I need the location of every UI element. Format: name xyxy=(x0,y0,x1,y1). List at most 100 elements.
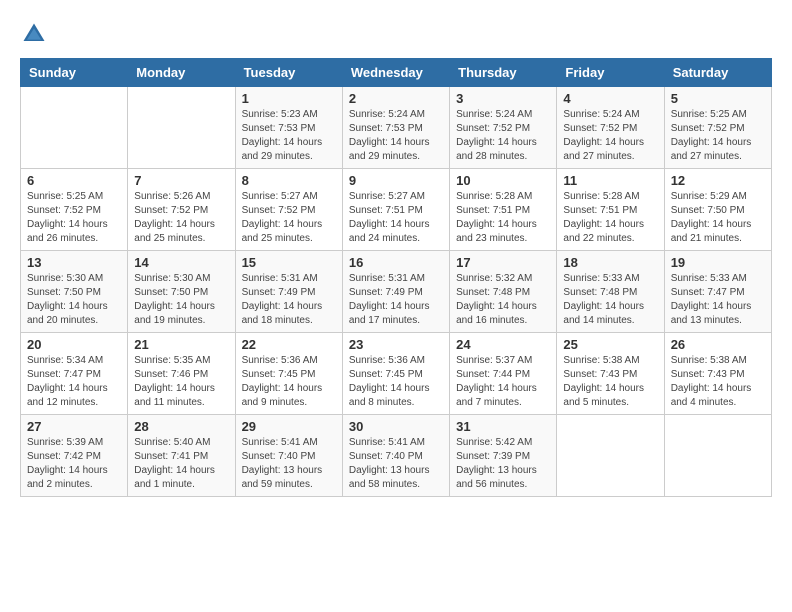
page-header xyxy=(20,20,772,48)
calendar-cell: 30 Sunrise: 5:41 AM Sunset: 7:40 PM Dayli… xyxy=(342,415,449,497)
day-info: Sunrise: 5:24 AM Sunset: 7:53 PM Dayligh… xyxy=(349,108,443,164)
day-number: 30 xyxy=(349,419,443,434)
day-number: 23 xyxy=(349,337,443,352)
calendar-cell: 13 Sunrise: 5:30 AM Sunset: 7:50 PM Dayli… xyxy=(21,251,128,333)
day-number: 22 xyxy=(242,337,336,352)
day-number: 25 xyxy=(563,337,657,352)
calendar-cell xyxy=(664,415,771,497)
calendar-cell: 4 Sunrise: 5:24 AM Sunset: 7:52 PM Daylig… xyxy=(557,87,664,169)
calendar-cell: 28Sunrise: 5:40 AM Sunset: 7:41 PM Dayli… xyxy=(128,415,235,497)
calendar-cell: 24 Sunrise: 5:37 AM Sunset: 7:44 PM Dayli… xyxy=(450,333,557,415)
calendar-cell: 15 Sunrise: 5:31 AM Sunset: 7:49 PM Dayli… xyxy=(235,251,342,333)
day-number: 8 xyxy=(242,173,336,188)
day-number: 21 xyxy=(134,337,228,352)
day-number: 1 xyxy=(242,91,336,106)
day-info: Sunrise: 5:31 AM Sunset: 7:49 PM Dayligh… xyxy=(349,272,443,328)
day-info: Sunrise: 5:30 AM Sunset: 7:50 PM Dayligh… xyxy=(27,272,121,328)
day-info: Sunrise: 5:23 AM Sunset: 7:53 PM Dayligh… xyxy=(242,108,336,164)
day-info: Sunrise: 5:41 AM Sunset: 7:40 PM Dayligh… xyxy=(349,436,443,492)
calendar-week-row: 1 Sunrise: 5:23 AM Sunset: 7:53 PM Daylig… xyxy=(21,87,772,169)
day-info: Sunrise: 5:28 AM Sunset: 7:51 PM Dayligh… xyxy=(456,190,550,246)
calendar-cell: 10 Sunrise: 5:28 AM Sunset: 7:51 PM Dayli… xyxy=(450,169,557,251)
day-info: Sunrise: 5:33 AM Sunset: 7:47 PM Dayligh… xyxy=(671,272,765,328)
day-info: Sunrise: 5:33 AM Sunset: 7:48 PM Dayligh… xyxy=(563,272,657,328)
calendar-cell xyxy=(21,87,128,169)
calendar-cell: 20Sunrise: 5:34 AM Sunset: 7:47 PM Dayli… xyxy=(21,333,128,415)
calendar-header-row: SundayMondayTuesdayWednesdayThursdayFrid… xyxy=(21,59,772,87)
day-number: 10 xyxy=(456,173,550,188)
day-info: Sunrise: 5:28 AM Sunset: 7:51 PM Dayligh… xyxy=(563,190,657,246)
calendar-cell: 7 Sunrise: 5:26 AM Sunset: 7:52 PM Daylig… xyxy=(128,169,235,251)
calendar-cell: 17Sunrise: 5:32 AM Sunset: 7:48 PM Dayli… xyxy=(450,251,557,333)
day-info: Sunrise: 5:24 AM Sunset: 7:52 PM Dayligh… xyxy=(563,108,657,164)
logo xyxy=(20,20,52,48)
calendar-cell: 21 Sunrise: 5:35 AM Sunset: 7:46 PM Dayli… xyxy=(128,333,235,415)
day-number: 20 xyxy=(27,337,121,352)
weekday-header: Saturday xyxy=(664,59,771,87)
weekday-header: Friday xyxy=(557,59,664,87)
day-info: Sunrise: 5:30 AM Sunset: 7:50 PM Dayligh… xyxy=(134,272,228,328)
weekday-header: Thursday xyxy=(450,59,557,87)
day-number: 16 xyxy=(349,255,443,270)
day-info: Sunrise: 5:38 AM Sunset: 7:43 PM Dayligh… xyxy=(563,354,657,410)
day-number: 3 xyxy=(456,91,550,106)
day-info: Sunrise: 5:27 AM Sunset: 7:51 PM Dayligh… xyxy=(349,190,443,246)
day-info: Sunrise: 5:39 AM Sunset: 7:42 PM Dayligh… xyxy=(27,436,121,492)
calendar-cell: 11 Sunrise: 5:28 AM Sunset: 7:51 PM Dayli… xyxy=(557,169,664,251)
weekday-header: Wednesday xyxy=(342,59,449,87)
calendar-cell: 26Sunrise: 5:38 AM Sunset: 7:43 PM Dayli… xyxy=(664,333,771,415)
day-number: 13 xyxy=(27,255,121,270)
day-info: Sunrise: 5:25 AM Sunset: 7:52 PM Dayligh… xyxy=(27,190,121,246)
day-number: 2 xyxy=(349,91,443,106)
day-info: Sunrise: 5:36 AM Sunset: 7:45 PM Dayligh… xyxy=(242,354,336,410)
weekday-header: Sunday xyxy=(21,59,128,87)
day-number: 24 xyxy=(456,337,550,352)
day-number: 5 xyxy=(671,91,765,106)
calendar-cell: 27Sunrise: 5:39 AM Sunset: 7:42 PM Dayli… xyxy=(21,415,128,497)
day-number: 11 xyxy=(563,173,657,188)
day-info: Sunrise: 5:38 AM Sunset: 7:43 PM Dayligh… xyxy=(671,354,765,410)
weekday-header: Tuesday xyxy=(235,59,342,87)
calendar-cell: 3 Sunrise: 5:24 AM Sunset: 7:52 PM Daylig… xyxy=(450,87,557,169)
day-number: 4 xyxy=(563,91,657,106)
day-number: 9 xyxy=(349,173,443,188)
calendar-cell: 22 Sunrise: 5:36 AM Sunset: 7:45 PM Dayli… xyxy=(235,333,342,415)
day-info: Sunrise: 5:27 AM Sunset: 7:52 PM Dayligh… xyxy=(242,190,336,246)
calendar-week-row: 6Sunrise: 5:25 AM Sunset: 7:52 PM Daylig… xyxy=(21,169,772,251)
calendar-cell: 2 Sunrise: 5:24 AM Sunset: 7:53 PM Daylig… xyxy=(342,87,449,169)
calendar-cell: 8 Sunrise: 5:27 AM Sunset: 7:52 PM Daylig… xyxy=(235,169,342,251)
day-info: Sunrise: 5:25 AM Sunset: 7:52 PM Dayligh… xyxy=(671,108,765,164)
calendar-cell: 31 Sunrise: 5:42 AM Sunset: 7:39 PM Dayli… xyxy=(450,415,557,497)
day-number: 18 xyxy=(563,255,657,270)
calendar-table: SundayMondayTuesdayWednesdayThursdayFrid… xyxy=(20,58,772,497)
day-number: 29 xyxy=(242,419,336,434)
day-number: 17 xyxy=(456,255,550,270)
calendar-cell: 29Sunrise: 5:41 AM Sunset: 7:40 PM Dayli… xyxy=(235,415,342,497)
day-number: 15 xyxy=(242,255,336,270)
day-info: Sunrise: 5:40 AM Sunset: 7:41 PM Dayligh… xyxy=(134,436,228,492)
calendar-week-row: 13 Sunrise: 5:30 AM Sunset: 7:50 PM Dayli… xyxy=(21,251,772,333)
logo-icon xyxy=(20,20,48,48)
day-info: Sunrise: 5:36 AM Sunset: 7:45 PM Dayligh… xyxy=(349,354,443,410)
day-info: Sunrise: 5:37 AM Sunset: 7:44 PM Dayligh… xyxy=(456,354,550,410)
day-info: Sunrise: 5:42 AM Sunset: 7:39 PM Dayligh… xyxy=(456,436,550,492)
day-info: Sunrise: 5:24 AM Sunset: 7:52 PM Dayligh… xyxy=(456,108,550,164)
day-number: 7 xyxy=(134,173,228,188)
calendar-cell xyxy=(128,87,235,169)
day-info: Sunrise: 5:26 AM Sunset: 7:52 PM Dayligh… xyxy=(134,190,228,246)
weekday-header: Monday xyxy=(128,59,235,87)
calendar-cell: 5 Sunrise: 5:25 AM Sunset: 7:52 PM Daylig… xyxy=(664,87,771,169)
day-number: 31 xyxy=(456,419,550,434)
day-info: Sunrise: 5:29 AM Sunset: 7:50 PM Dayligh… xyxy=(671,190,765,246)
calendar-week-row: 27Sunrise: 5:39 AM Sunset: 7:42 PM Dayli… xyxy=(21,415,772,497)
calendar-cell: 16 Sunrise: 5:31 AM Sunset: 7:49 PM Dayli… xyxy=(342,251,449,333)
calendar-cell: 6Sunrise: 5:25 AM Sunset: 7:52 PM Daylig… xyxy=(21,169,128,251)
calendar-cell: 9 Sunrise: 5:27 AM Sunset: 7:51 PM Daylig… xyxy=(342,169,449,251)
day-info: Sunrise: 5:35 AM Sunset: 7:46 PM Dayligh… xyxy=(134,354,228,410)
day-info: Sunrise: 5:31 AM Sunset: 7:49 PM Dayligh… xyxy=(242,272,336,328)
calendar-cell: 1 Sunrise: 5:23 AM Sunset: 7:53 PM Daylig… xyxy=(235,87,342,169)
calendar-cell: 14Sunrise: 5:30 AM Sunset: 7:50 PM Dayli… xyxy=(128,251,235,333)
day-number: 12 xyxy=(671,173,765,188)
calendar-cell: 12 Sunrise: 5:29 AM Sunset: 7:50 PM Dayli… xyxy=(664,169,771,251)
calendar-cell: 23 Sunrise: 5:36 AM Sunset: 7:45 PM Dayli… xyxy=(342,333,449,415)
